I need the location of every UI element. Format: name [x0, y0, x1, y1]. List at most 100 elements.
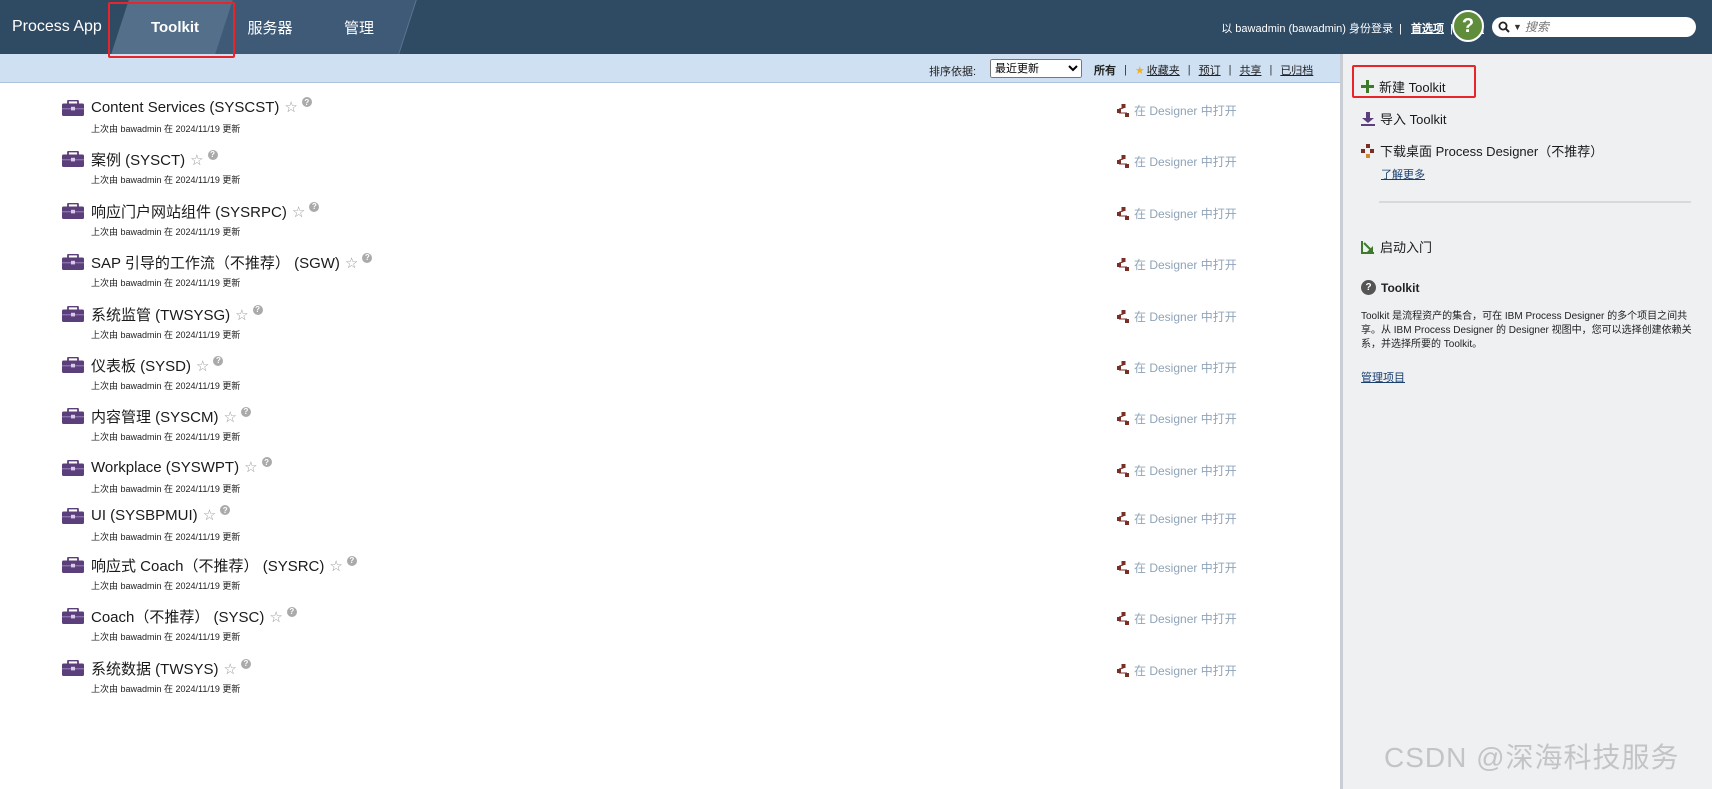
designer-icon: [1117, 309, 1129, 323]
sort-select[interactable]: 最近更新: [990, 59, 1082, 78]
favorite-star-icon[interactable]: ☆: [203, 506, 216, 524]
designer-icon: [1117, 611, 1129, 625]
open-in-designer-label: 在 Designer 中打开: [1134, 310, 1237, 324]
favorite-star-icon[interactable]: ☆: [292, 203, 305, 221]
filter-archived[interactable]: 已归档: [1280, 62, 1313, 78]
favorite-star-icon[interactable]: ☆: [345, 254, 358, 272]
favorite-star-icon[interactable]: ☆: [244, 458, 257, 476]
learn-more-link[interactable]: 了解更多: [1381, 166, 1425, 182]
launch-portal-button[interactable]: 启动入门: [1361, 237, 1432, 256]
import-icon: [1361, 111, 1375, 126]
list-item: 仪表板 (SYSD) ☆ ? 上次由 bawadmin 在 2024/11/19…: [0, 345, 1340, 401]
list-item: 响应门户网站组件 (SYSRPC) ☆ ? 上次由 bawadmin 在 202…: [0, 191, 1340, 247]
toolkit-name[interactable]: UI (SYSBPMUI) ☆ ?: [91, 505, 231, 524]
list-item: 响应式 Coach（不推荐） (SYSRC) ☆ ? 上次由 bawadmin …: [0, 545, 1340, 601]
filter-favorites[interactable]: 收藏夹: [1147, 62, 1180, 78]
info-icon[interactable]: ?: [240, 658, 251, 669]
list-item: Content Services (SYSCST) ☆ ? 上次由 bawadm…: [0, 88, 1340, 144]
toolkit-name-text: 系统数据 (TWSYS): [91, 661, 219, 678]
last-updated-text: 上次由 bawadmin 在 2024/11/19 更新: [91, 175, 241, 185]
toolbox-icon: [62, 357, 84, 373]
open-in-designer-link[interactable]: 在 Designer 中打开: [1117, 256, 1237, 273]
tab-servers[interactable]: 服务器: [215, 0, 325, 54]
favorite-star-icon[interactable]: ☆: [269, 608, 282, 626]
favorite-star-icon[interactable]: ☆: [284, 98, 297, 116]
toolkit-name[interactable]: 系统数据 (TWSYS) ☆ ?: [91, 658, 251, 679]
open-in-designer-link[interactable]: 在 Designer 中打开: [1117, 410, 1237, 427]
manage-projects-link[interactable]: 管理项目: [1361, 369, 1405, 385]
search-input[interactable]: [1524, 20, 1675, 34]
toolbox-icon: [62, 557, 84, 573]
toolkit-name[interactable]: 案例 (SYSCT) ☆ ?: [91, 149, 218, 170]
import-toolkit-button[interactable]: 导入 Toolkit: [1361, 109, 1446, 128]
open-in-designer-label: 在 Designer 中打开: [1134, 464, 1237, 478]
toolkit-name[interactable]: Content Services (SYSCST) ☆ ?: [91, 97, 312, 116]
toolkit-name[interactable]: SAP 引导的工作流（不推荐） (SGW) ☆ ?: [91, 252, 373, 273]
info-icon[interactable]: ?: [362, 252, 373, 263]
open-in-designer-link[interactable]: 在 Designer 中打开: [1117, 205, 1237, 222]
info-icon[interactable]: ?: [301, 97, 312, 107]
sort-label: 排序依据:: [929, 66, 977, 78]
info-icon[interactable]: ?: [309, 201, 320, 212]
toolkit-name[interactable]: 系统监管 (TWSYSG) ☆ ?: [91, 304, 263, 325]
favorite-star-icon[interactable]: ☆: [235, 306, 248, 324]
designer-icon: [1117, 463, 1129, 477]
download-designer-button[interactable]: 下载桌面 Process Designer（不推荐）: [1361, 141, 1603, 160]
favorite-star-icon[interactable]: ☆: [224, 408, 237, 426]
toolkit-name[interactable]: Workplace (SYSWPT) ☆ ?: [91, 457, 272, 476]
toolkit-name-text: Workplace (SYSWPT): [91, 458, 240, 476]
designer-download-icon: [1361, 143, 1374, 158]
filter-subscribed[interactable]: 预订: [1199, 62, 1221, 78]
toolbox-icon: [62, 254, 84, 270]
info-icon[interactable]: ?: [252, 304, 263, 315]
info-icon[interactable]: ?: [220, 505, 231, 515]
process-app-link[interactable]: Process App: [12, 18, 102, 36]
favorite-star-icon[interactable]: ☆: [196, 357, 209, 375]
toolkit-name[interactable]: 仪表板 (SYSD) ☆ ?: [91, 355, 224, 376]
favorite-star-icon[interactable]: ☆: [190, 151, 203, 169]
info-icon[interactable]: ?: [213, 355, 224, 366]
info-icon[interactable]: ?: [346, 555, 357, 566]
list-item: 案例 (SYSCT) ☆ ? 上次由 bawadmin 在 2024/11/19…: [0, 139, 1340, 195]
open-in-designer-link[interactable]: 在 Designer 中打开: [1117, 102, 1237, 119]
toolkit-name[interactable]: 响应门户网站组件 (SYSRPC) ☆ ?: [91, 201, 320, 222]
tab-admin[interactable]: 管理: [301, 0, 417, 54]
info-icon[interactable]: ?: [286, 606, 297, 617]
toolkit-name[interactable]: Coach（不推荐） (SYSC) ☆ ?: [91, 606, 297, 627]
open-in-designer-link[interactable]: 在 Designer 中打开: [1117, 662, 1237, 679]
toolkit-name-text: 案例 (SYSCT): [91, 152, 186, 169]
last-updated-text: 上次由 bawadmin 在 2024/11/19 更新: [91, 227, 241, 237]
open-in-designer-link[interactable]: 在 Designer 中打开: [1117, 462, 1237, 479]
help-button[interactable]: ?: [1452, 10, 1484, 42]
info-icon[interactable]: ?: [207, 149, 218, 160]
toolbox-icon: [62, 660, 84, 676]
toolkit-name-text: 响应式 Coach（不推荐） (SYSRC): [91, 558, 325, 575]
info-icon[interactable]: ?: [240, 406, 251, 417]
toolkit-name-text: 响应门户网站组件 (SYSRPC): [91, 204, 287, 221]
open-in-designer-link[interactable]: 在 Designer 中打开: [1117, 559, 1237, 576]
filter-shared[interactable]: 共享: [1239, 62, 1261, 78]
toolkit-name-text: SAP 引导的工作流（不推荐） (SGW): [91, 255, 340, 272]
favorite-star-icon[interactable]: ☆: [329, 557, 342, 575]
last-updated-text: 上次由 bawadmin 在 2024/11/19 更新: [91, 632, 241, 642]
toolkit-name[interactable]: 响应式 Coach（不推荐） (SYSRC) ☆ ?: [91, 555, 357, 576]
favorite-star-icon[interactable]: ☆: [224, 660, 237, 678]
info-icon[interactable]: ?: [261, 457, 272, 467]
open-in-designer-link[interactable]: 在 Designer 中打开: [1117, 359, 1237, 376]
designer-icon: [1117, 257, 1129, 271]
chevron-down-icon[interactable]: ▼: [1513, 22, 1522, 32]
download-designer-label: 下载桌面 Process Designer（不推荐）: [1380, 144, 1604, 159]
list-item: 内容管理 (SYSCM) ☆ ? 上次由 bawadmin 在 2024/11/…: [0, 396, 1340, 452]
open-in-designer-link[interactable]: 在 Designer 中打开: [1117, 510, 1237, 527]
open-in-designer-label: 在 Designer 中打开: [1134, 104, 1237, 118]
open-in-designer-link[interactable]: 在 Designer 中打开: [1117, 308, 1237, 325]
toolkit-name-text: 系统监管 (TWSYSG): [91, 307, 231, 324]
designer-icon: [1117, 663, 1129, 677]
toolkit-name[interactable]: 内容管理 (SYSCM) ☆ ?: [91, 406, 251, 427]
open-in-designer-link[interactable]: 在 Designer 中打开: [1117, 153, 1237, 170]
open-in-designer-link[interactable]: 在 Designer 中打开: [1117, 610, 1237, 627]
preferences-link[interactable]: 首选项: [1411, 23, 1444, 35]
tab-admin-label: 管理: [343, 19, 374, 37]
search-icon[interactable]: [1498, 21, 1510, 33]
filter-all[interactable]: 所有: [1094, 62, 1116, 78]
